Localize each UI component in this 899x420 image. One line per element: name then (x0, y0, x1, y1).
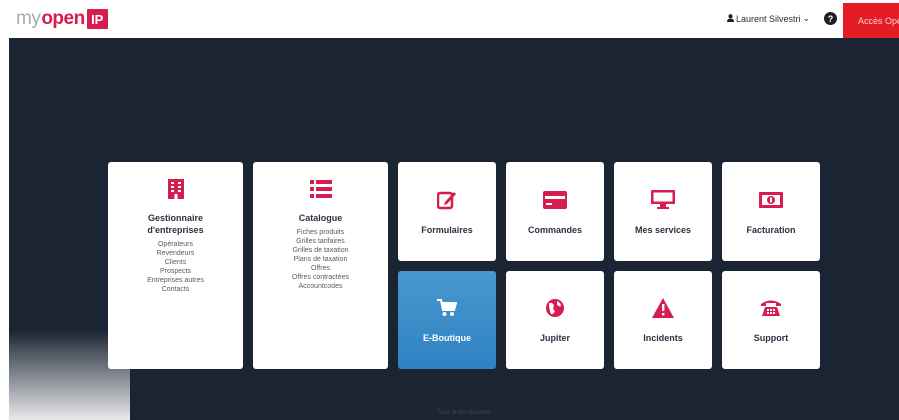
tile-jupiter[interactable]: Jupiter (506, 271, 604, 369)
tile-facturation-title: Facturation (746, 224, 796, 235)
edit-icon (437, 189, 457, 211)
tile-gestionnaire-title-line2: d'entreprises (147, 225, 204, 235)
tile-jupiter-title: Jupiter (539, 333, 570, 343)
gestionnaire-links: Opérateurs Revendeurs Clients Prospects … (147, 240, 204, 294)
tile-commandes[interactable]: Commandes (506, 162, 604, 261)
phone-icon (760, 297, 782, 319)
link-fiches-produits[interactable]: Fiches produits (292, 228, 349, 237)
tile-catalogue-title: Catalogue (298, 213, 343, 223)
tile-mes-services[interactable]: Mes services (614, 162, 712, 261)
tile-e-boutique-title: E-Boutique (423, 333, 471, 343)
link-plans-de-taxation[interactable]: Plans de taxation (292, 255, 349, 264)
card-icon (543, 189, 567, 211)
tile-catalogue[interactable]: Catalogue Fiches produits Grilles tarifa… (253, 162, 388, 369)
link-accountcodes[interactable]: Accountcodes (292, 282, 349, 291)
tile-facturation[interactable]: Facturation (722, 162, 820, 261)
tile-incidents[interactable]: Incidents (614, 271, 712, 369)
logo-my: my (16, 8, 41, 29)
link-offres-contractees[interactable]: Offres contractées (292, 273, 349, 282)
tile-support[interactable]: Support (722, 271, 820, 369)
tile-gestionnaire-title: Gestionnaire d'entreprises (147, 212, 203, 236)
tile-formulaires[interactable]: Formulaires (398, 162, 496, 261)
link-revendeurs[interactable]: Revendeurs (147, 249, 204, 258)
tile-e-boutique[interactable]: E-Boutique (398, 271, 496, 369)
tile-gestionnaire[interactable]: Gestionnaire d'entreprises Opérateurs Re… (108, 162, 243, 369)
tile-formulaires-title: Formulaires (421, 224, 473, 235)
tile-mes-services-title: Mes services (634, 224, 692, 235)
tile-incidents-title: Incidents (643, 333, 683, 343)
link-operateurs[interactable]: Opérateurs (147, 240, 204, 249)
chevron-down-icon: ⌄ (802, 13, 811, 23)
logo-ip: IP (86, 9, 108, 29)
link-prospects[interactable]: Prospects (147, 267, 204, 276)
logo-open: open (41, 8, 85, 29)
money-icon (759, 189, 783, 211)
link-grilles-tarifaires[interactable]: Grilles tarifaires (292, 237, 349, 246)
link-clients[interactable]: Clients (147, 258, 204, 267)
globe-icon (545, 297, 565, 319)
link-contacts[interactable]: Contacts (147, 285, 204, 294)
access-open-button[interactable]: Accès Open (843, 3, 899, 39)
link-grilles-de-taxation[interactable]: Grilles de taxation (292, 246, 349, 255)
user-icon (727, 13, 734, 24)
help-icon[interactable]: ? (824, 12, 837, 25)
tile-support-title: Support (753, 333, 789, 343)
catalogue-links: Fiches produits Grilles tarifaires Grill… (292, 228, 349, 291)
user-name: Laurent Silvestri (736, 13, 801, 24)
tile-commandes-title: Commandes (527, 224, 582, 235)
tile-gestionnaire-title-line1: Gestionnaire (147, 213, 203, 223)
top-bar: my open IP Laurent Silvestri ⌄ ? Accès O… (0, 0, 899, 39)
warning-icon (652, 297, 674, 319)
link-offres[interactable]: Offres (292, 264, 349, 273)
cart-icon (437, 297, 457, 319)
list-icon (309, 178, 332, 200)
dashboard: Gestionnaire d'entreprises Opérateurs Re… (9, 38, 899, 420)
monitor-icon (651, 189, 675, 211)
link-entreprises-autres[interactable]: Entreprises autres (147, 276, 204, 285)
logo[interactable]: my open IP (16, 8, 108, 30)
footer-text: Tous droits réservés (437, 410, 491, 416)
user-menu[interactable]: Laurent Silvestri ⌄ (727, 13, 810, 24)
building-icon (167, 178, 184, 200)
